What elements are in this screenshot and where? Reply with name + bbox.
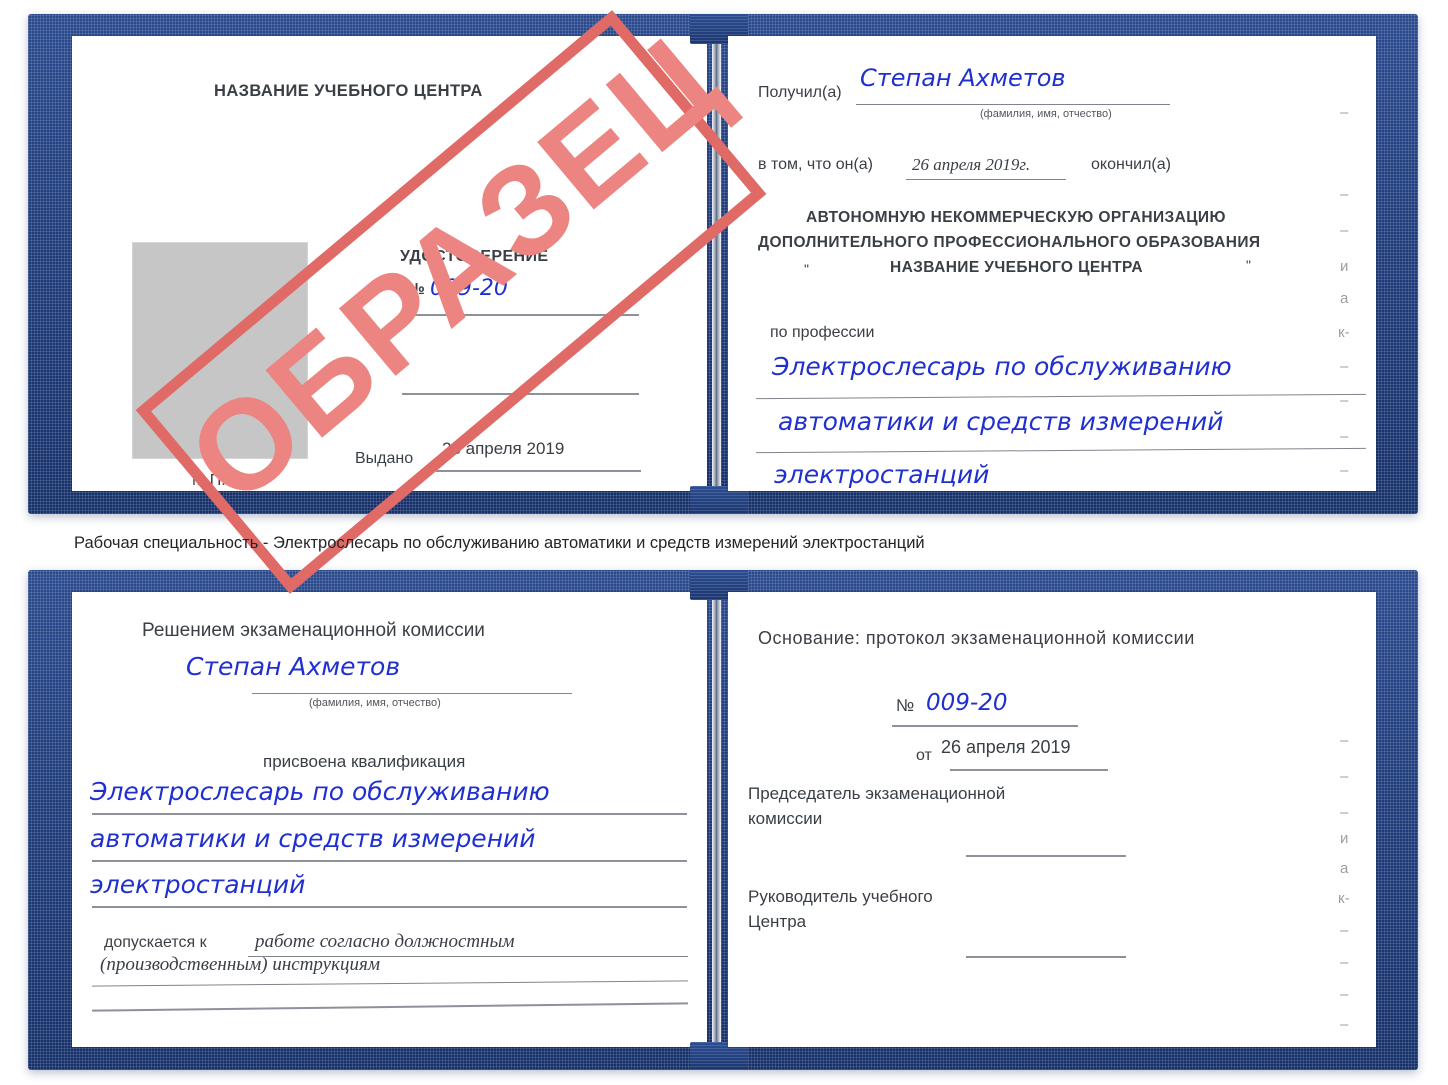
qualification-label: присвоена квалификация — [263, 752, 466, 771]
fio-hint: (фамилия, имя, отчество) — [980, 108, 1112, 120]
admitted-rule-3 — [92, 1002, 688, 1012]
in-that-label: в том, что он(а) — [758, 156, 873, 173]
protocol-number-rule — [892, 725, 1078, 727]
protocol-number-label: № — [896, 696, 915, 715]
profession-line-3: электростанций — [774, 460, 990, 489]
chairman-signature-rule — [966, 855, 1126, 857]
number-rule — [402, 314, 639, 316]
issued-label: Выдано — [355, 450, 414, 467]
qualification-line-2: автоматики и средств измерений — [90, 824, 536, 853]
number-label: № — [407, 281, 425, 298]
completion-date-rule — [906, 179, 1066, 180]
qualification-line-1: Электрослесарь по обслуживанию — [90, 777, 550, 806]
margin-ghost-7: – — [1340, 392, 1349, 409]
margin-ghost-8: – — [1340, 428, 1349, 445]
org-line-1: АВТОНОМНУЮ НЕКОММЕРЧЕСКУЮ ОРГАНИЗАЦИЮ — [806, 209, 1226, 226]
issued-date-value: 26 апреля 2019 — [442, 439, 565, 458]
qualification-rule-2 — [92, 860, 687, 862]
org-line-3: НАЗВАНИЕ УЧЕБНОГО ЦЕНТРА — [890, 259, 1143, 276]
certificate-bottom-right-page: Основание: протокол экзаменационной коми… — [728, 592, 1376, 1047]
fio-hint-bottom: (фамилия, имя, отчество) — [309, 697, 441, 709]
protocol-number-value: 009-20 — [926, 690, 1008, 716]
finished-label: окончил(а) — [1091, 156, 1171, 173]
org-quote-open: " — [804, 261, 809, 277]
head-line-2: Центра — [748, 912, 807, 931]
admitted-label: допускается к — [104, 934, 207, 951]
margin-ghost-2: – — [1340, 222, 1349, 239]
margin-ghost-b5: к- — [1338, 890, 1350, 907]
profession-rule-1 — [756, 393, 1366, 400]
profession-line-1: Электрослесарь по обслуживанию — [772, 352, 1232, 381]
margin-ghost-b6: – — [1340, 922, 1349, 939]
margin-ghost-3: и — [1340, 258, 1349, 275]
profession-line-2: автоматики и средств измерений — [778, 407, 1224, 436]
recipient-name-rule — [856, 104, 1170, 105]
margin-ghost-b7: – — [1340, 954, 1349, 971]
org-quote-close: " — [1246, 257, 1251, 273]
protocol-date-label: от — [916, 747, 932, 764]
margin-ghost-0: – — [1340, 104, 1349, 121]
commission-decision-title: Решением экзаменационной комиссии — [142, 620, 485, 641]
graduate-name-rule — [252, 693, 572, 694]
profession-rule-2 — [756, 447, 1366, 454]
book-spine-bottom — [712, 592, 721, 1047]
org-line-2: ДОПОЛНИТЕЛЬНОГО ПРОФЕССИОНАЛЬНОГО ОБРАЗО… — [758, 234, 1261, 251]
basis-label: Основание: протокол экзаменационной коми… — [758, 628, 1195, 648]
image-caption: Рабочая специальность - Электрослесарь п… — [74, 534, 925, 552]
margin-ghost-b2: – — [1340, 804, 1349, 821]
head-signature-rule — [966, 956, 1126, 958]
issued-rule — [436, 470, 641, 472]
margin-ghost-b1: – — [1340, 768, 1349, 785]
margin-ghost-b8: – — [1340, 986, 1349, 1003]
margin-ghost-4: а — [1340, 290, 1349, 307]
chairman-line-2: комиссии — [748, 809, 823, 828]
book-spine-top — [712, 36, 721, 491]
certificate-top-right-page: Получил(а) Степан Ахметов (фамилия, имя,… — [728, 36, 1376, 491]
chairman-line-1: Председатель экзаменационной — [748, 784, 1006, 803]
certificate-bottom-cover: Решением экзаменационной комиссии Степан… — [28, 570, 1418, 1070]
recipient-name-value: Степан Ахметов — [860, 64, 1066, 92]
qualification-line-3: электростанций — [90, 870, 306, 899]
blank-rule — [402, 393, 639, 395]
head-line-1: Руководитель учебного — [748, 887, 933, 906]
margin-ghost-5: к- — [1338, 324, 1350, 341]
margin-ghost-b0: – — [1340, 732, 1349, 749]
protocol-date-rule — [950, 769, 1108, 771]
certificate-number-value: 009-20 — [430, 276, 508, 301]
protocol-date-value: 26 апреля 2019 — [941, 737, 1071, 757]
graduate-name-value: Степан Ахметов — [186, 652, 401, 681]
completion-date-value: 26 апреля 2019г. — [912, 155, 1031, 174]
qualification-rule-1 — [92, 813, 687, 815]
certificate-bottom-left-page: Решением экзаменационной комиссии Степан… — [72, 592, 707, 1047]
margin-ghost-b9: – — [1340, 1016, 1349, 1033]
margin-ghost-6: – — [1340, 358, 1349, 375]
received-label: Получил(а) — [758, 84, 842, 101]
photo-placeholder — [132, 242, 308, 459]
certificate-top-left-page: НАЗВАНИЕ УЧЕБНОГО ЦЕНТРА УДОСТОВЕРЕНИЕ №… — [72, 36, 707, 491]
document-title: УДОСТОВЕРЕНИЕ — [400, 248, 549, 265]
admitted-value-line-1: работе согласно должностным — [255, 931, 515, 952]
admitted-value-line-2: (производственным) инструкциям — [100, 954, 380, 975]
margin-ghost-9: – — [1340, 462, 1349, 479]
training-center-name: НАЗВАНИЕ УЧЕБНОГО ЦЕНТРА — [214, 82, 483, 100]
seal-place-label: М.П. — [192, 472, 226, 489]
profession-label: по профессии — [770, 324, 875, 341]
qualification-rule-3 — [92, 906, 687, 908]
margin-ghost-1: – — [1340, 186, 1349, 203]
margin-ghost-b3: и — [1340, 830, 1349, 847]
certificate-top-cover: НАЗВАНИЕ УЧЕБНОГО ЦЕНТРА УДОСТОВЕРЕНИЕ №… — [28, 7, 1418, 594]
admitted-rule-2 — [92, 980, 688, 987]
margin-ghost-b4: а — [1340, 860, 1349, 877]
